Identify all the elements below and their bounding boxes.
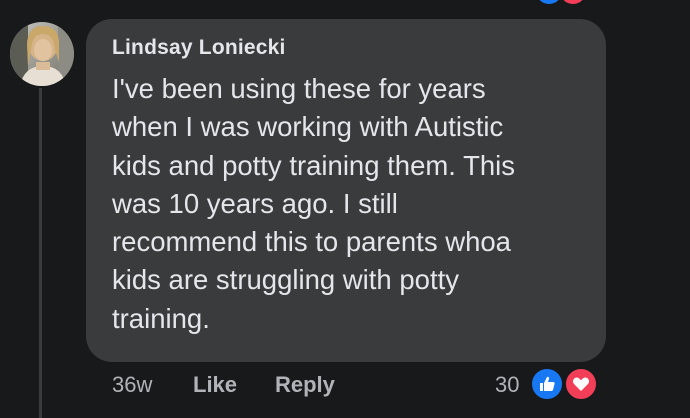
reply-button[interactable]: Reply bbox=[275, 372, 335, 398]
thread-line bbox=[39, 88, 42, 418]
comment-line: recommend this to parents whoa bbox=[112, 226, 511, 258]
comment-line: when I was working with Autistic bbox=[112, 111, 504, 143]
thumbs-up-icon[interactable] bbox=[530, 367, 564, 401]
love-reaction-icon bbox=[560, 0, 586, 4]
like-button[interactable]: Like bbox=[193, 372, 237, 398]
comment-line: was 10 years ago. I still bbox=[112, 187, 398, 219]
avatar[interactable] bbox=[10, 22, 74, 86]
comment-author[interactable]: Lindsay Loniecki bbox=[112, 36, 286, 60]
heart-icon[interactable] bbox=[564, 367, 598, 401]
avatar-image bbox=[10, 22, 74, 86]
comment-line: kids are struggling with potty bbox=[112, 264, 459, 296]
comment-line: I've been using these for years bbox=[112, 73, 486, 104]
comment-thread: Lindsay Loniecki I've been using these f… bbox=[0, 0, 690, 418]
like-reaction-icon bbox=[536, 0, 562, 4]
comment-timestamp[interactable]: 36w bbox=[112, 372, 152, 398]
reaction-count[interactable]: 30 bbox=[495, 372, 519, 398]
comment-line: training. bbox=[112, 302, 210, 334]
comment-text: I've been using these for years when I w… bbox=[112, 70, 592, 338]
comment-line: kids and potty training them. This bbox=[112, 149, 516, 181]
previous-reactions[interactable] bbox=[536, 0, 596, 4]
